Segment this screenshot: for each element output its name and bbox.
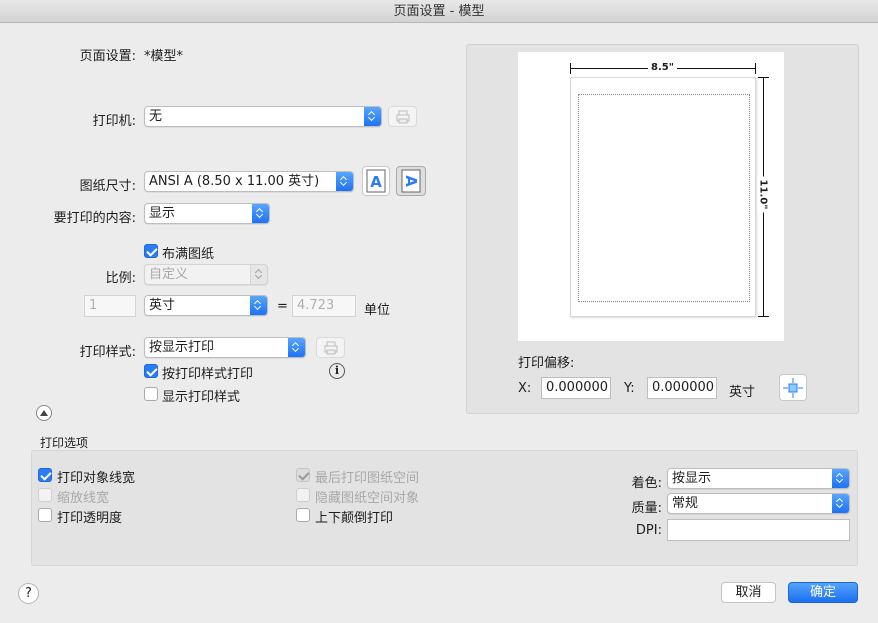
fit-to-paper-label: 布满图纸: [162, 247, 215, 262]
print-transparency-checkbox[interactable]: [38, 508, 52, 522]
offset-y-label: Y:: [624, 381, 635, 396]
scale-value: 自定义: [149, 267, 189, 282]
chevron-updown-icon: [832, 494, 849, 513]
printer-label: 打印机:: [92, 114, 136, 129]
show-print-style-checkbox[interactable]: [144, 387, 158, 401]
scale-lineweights-checkbox[interactable]: [38, 488, 52, 502]
landscape-orientation-icon: A: [401, 169, 421, 193]
quality-label: 质量:: [631, 501, 662, 516]
info-icon[interactable]: i: [329, 363, 345, 379]
fit-to-paper-checkbox[interactable]: [144, 244, 158, 258]
chevron-updown-icon: [288, 338, 305, 357]
quality-select[interactable]: 常规: [667, 493, 850, 514]
chevron-updown-icon: [364, 107, 381, 126]
offset-unit-label: 英寸: [729, 385, 756, 400]
center-plot-icon: [783, 377, 803, 398]
paper-size-value: ANSI A (8.50 x 11.00 英寸): [149, 174, 320, 189]
chevron-updown-icon: [252, 204, 269, 223]
page-setup-label: 页面设置:: [79, 49, 136, 64]
shade-select[interactable]: 按显示: [667, 468, 850, 489]
paper-size-select[interactable]: ANSI A (8.50 x 11.00 英寸): [144, 171, 354, 192]
print-what-label: 要打印的内容:: [53, 211, 136, 226]
width-dimension-tick-left: [570, 63, 571, 74]
svg-text:A: A: [370, 173, 382, 191]
help-button[interactable]: ?: [18, 583, 39, 604]
dpi-label: DPI:: [635, 523, 662, 538]
window-title: 页面设置 - 模型: [0, 0, 878, 23]
shade-value: 按显示: [672, 471, 712, 486]
print-lineweights-label: 打印对象线宽: [57, 471, 136, 486]
print-style-label: 打印样式:: [79, 345, 136, 360]
dpi-input[interactable]: [667, 519, 850, 541]
paperspace-last-label: 最后打印图纸空间: [315, 471, 420, 486]
print-what-value: 显示: [149, 206, 176, 221]
svg-text:A: A: [402, 175, 420, 187]
hide-paperspace-label: 隐藏图纸空间对象: [315, 491, 420, 506]
printer-edit-icon: [324, 341, 337, 354]
cancel-button[interactable]: 取消: [721, 582, 776, 603]
print-transparency-label: 打印透明度: [57, 511, 123, 526]
scale-label: 比例:: [105, 271, 136, 286]
print-style-select[interactable]: 按显示打印: [144, 337, 306, 358]
paper-height-label: 11.0": [757, 176, 769, 213]
plot-offset-label: 打印偏移:: [518, 356, 575, 371]
show-print-style-label: 显示打印样式: [162, 390, 241, 405]
units-label: 单位: [364, 303, 391, 318]
scale-paper-units-input[interactable]: 1: [84, 295, 136, 317]
collapse-options-toggle[interactable]: [36, 405, 52, 421]
hide-paperspace-checkbox[interactable]: [296, 488, 310, 502]
upside-down-checkbox[interactable]: [296, 508, 310, 522]
scale-drawing-units-input[interactable]: 4.723: [292, 295, 356, 317]
paper-size-label: 图纸尺寸:: [79, 179, 136, 194]
print-style-value: 按显示打印: [149, 340, 215, 355]
printable-area-outline: [578, 94, 750, 302]
portrait-button[interactable]: A: [362, 166, 390, 196]
height-dimension-tick-bottom: [758, 316, 769, 317]
printer-select[interactable]: 无: [144, 106, 382, 127]
scale-unit-select[interactable]: 英寸: [144, 295, 268, 316]
chevron-updown-icon: [250, 265, 267, 284]
printer-properties-button[interactable]: [388, 106, 417, 127]
paper-preview: [570, 77, 756, 317]
portrait-orientation-icon: A: [366, 169, 386, 193]
page-setup-name: *模型*: [144, 49, 184, 64]
print-lineweights-checkbox[interactable]: [38, 468, 52, 482]
scale-select[interactable]: 自定义: [144, 264, 268, 285]
width-dimension-tick-right: [755, 63, 756, 74]
print-by-style-label: 按打印样式打印: [162, 367, 254, 382]
chevron-updown-icon: [336, 172, 353, 191]
print-by-style-checkbox[interactable]: [144, 364, 158, 378]
ok-button[interactable]: 确定: [788, 582, 858, 603]
printer-select-value: 无: [149, 109, 163, 124]
chevron-updown-icon: [250, 296, 267, 315]
scale-unit-value: 英寸: [149, 298, 176, 313]
center-plot-button[interactable]: [779, 374, 807, 401]
offset-x-label: X:: [518, 381, 532, 396]
print-what-select[interactable]: 显示: [144, 203, 270, 224]
height-dimension-tick-top: [758, 77, 769, 78]
triangle-up-icon: [40, 410, 48, 416]
upside-down-label: 上下颠倒打印: [315, 511, 394, 526]
offset-y-input[interactable]: 0.000000: [647, 377, 717, 399]
offset-x-input[interactable]: 0.000000: [541, 377, 611, 399]
print-options-heading: 打印选项: [40, 436, 89, 450]
shade-label: 着色:: [631, 476, 662, 491]
landscape-button[interactable]: A: [396, 166, 426, 196]
paperspace-last-checkbox[interactable]: [296, 468, 310, 482]
equals-sign: =: [277, 299, 288, 314]
quality-value: 常规: [672, 496, 699, 511]
chevron-updown-icon: [832, 469, 849, 488]
print-style-edit-button[interactable]: [316, 337, 345, 358]
printer-properties-icon: [396, 110, 409, 123]
scale-lineweights-label: 缩放线宽: [57, 491, 110, 506]
paper-width-label: 8.5": [648, 62, 677, 73]
